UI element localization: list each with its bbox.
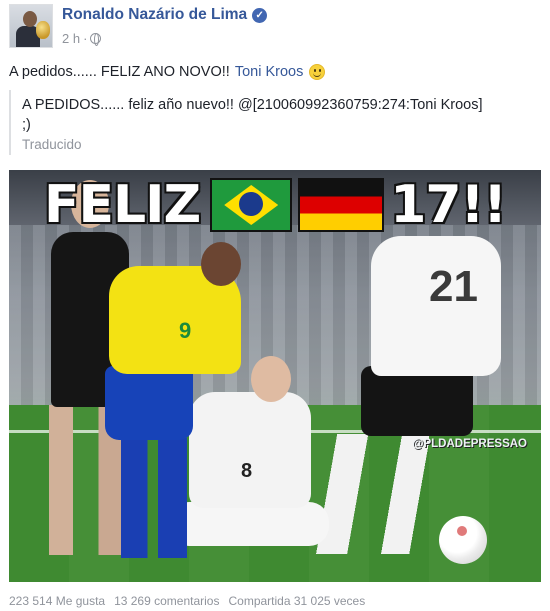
shares-count[interactable]: Compartida 31 025 veces — [228, 594, 365, 608]
verified-badge-icon: ✓ — [252, 7, 268, 23]
germany-player-21-legs — [309, 434, 429, 554]
image-headline: FELIZ 17!! — [9, 174, 541, 236]
image-watermark: @PLDADEPRESSAO — [412, 438, 527, 450]
comments-count[interactable]: 13 269 comentarios — [114, 594, 219, 608]
globe-icon[interactable] — [90, 33, 102, 46]
player-number-9: 9 — [179, 318, 192, 343]
post-text: A pedidos...... FELIZ ANO NOVO!! Toni Kr… — [9, 64, 326, 80]
meta-separator: · — [83, 31, 88, 46]
post-header: Ronaldo Nazário de Lima ✓ 2 h · — [9, 4, 539, 50]
mention-link[interactable]: Toni Kroos — [235, 64, 304, 80]
player-number-21: 21 — [429, 262, 478, 311]
headline-feliz: FELIZ — [43, 175, 201, 235]
translation-line-1: A PEDIDOS...... feliz año nuevo!! @[2100… — [22, 97, 483, 113]
brazil-player-legs — [121, 438, 187, 558]
author-avatar[interactable] — [9, 4, 53, 48]
germany-flag-icon — [298, 178, 385, 232]
post-message: A pedidos...... FELIZ ANO NOVO!! — [9, 64, 230, 80]
post-image[interactable]: 21 8 9 FELIZ 17!! @PLDADEPRESSAO — [9, 170, 541, 582]
translation-line-2: ;) — [22, 117, 31, 133]
post-timestamp[interactable]: 2 h — [62, 31, 80, 46]
likes-count[interactable]: 223 514 Me gusta — [9, 594, 105, 608]
brazil-flag-icon — [210, 178, 293, 232]
translated-label[interactable]: Traducido — [22, 135, 529, 155]
avatar-head — [23, 11, 37, 27]
brazil-player-shorts — [105, 366, 193, 440]
germany-player-8-legs — [169, 502, 329, 546]
post-meta: 2 h · — [62, 31, 102, 46]
author-name[interactable]: Ronaldo Nazário de Lima — [62, 6, 247, 24]
author-row: Ronaldo Nazário de Lima ✓ — [62, 6, 268, 24]
germany-player-8 — [189, 392, 311, 508]
smiley-icon — [309, 64, 326, 80]
player-number-8: 8 — [241, 460, 253, 482]
translation-block: A PEDIDOS...... feliz año nuevo!! @[2100… — [9, 90, 529, 155]
engagement-stats: 223 514 Me gusta 13 269 comentarios Comp… — [9, 594, 374, 608]
football — [439, 516, 487, 564]
headline-year: 17!! — [390, 175, 507, 235]
germany-player-8-head — [251, 356, 291, 402]
brazil-player-head — [201, 242, 241, 286]
avatar-trophy — [36, 21, 50, 39]
germany-player-21-shorts — [361, 366, 473, 436]
